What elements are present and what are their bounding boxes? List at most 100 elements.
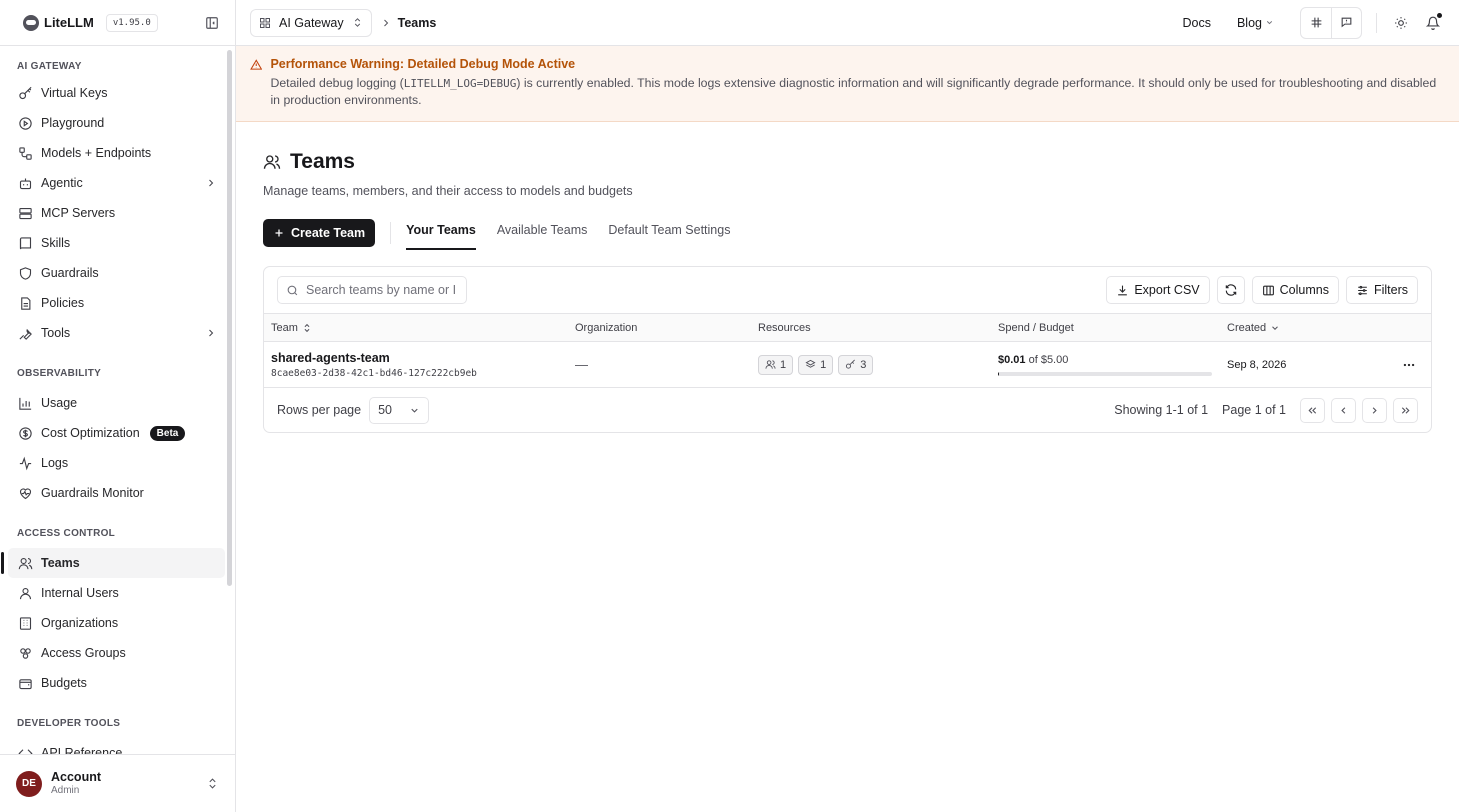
search-icon xyxy=(287,285,298,295)
chevron-right-icon xyxy=(1372,406,1377,414)
sun-icon xyxy=(1395,16,1407,29)
chevron-right-icon xyxy=(209,179,214,187)
budget-text: of $5.00 xyxy=(1028,353,1069,366)
refresh-button[interactable] xyxy=(1216,276,1245,304)
keys-count: 3 xyxy=(860,358,867,371)
organization-cell: — xyxy=(575,357,588,372)
sidebar-item-label: API Reference xyxy=(41,746,123,754)
sidebar-item-models[interactable]: Models + Endpoints xyxy=(8,138,225,168)
account-menu[interactable]: DE Account Admin xyxy=(0,754,235,812)
create-team-button[interactable]: Create Team xyxy=(263,219,376,247)
sidebar-item-policies[interactable]: Policies xyxy=(8,288,225,318)
tab-available-teams[interactable]: Available Teams xyxy=(497,216,588,250)
chevron-down-icon xyxy=(411,408,418,413)
sidebar-item-guardrails-monitor[interactable]: Guardrails Monitor xyxy=(8,478,225,508)
rows-per-page-select[interactable]: 50 xyxy=(369,396,430,424)
blog-label: Blog xyxy=(1236,15,1262,30)
row-actions-button[interactable] xyxy=(1402,358,1416,372)
team-id: 8cae8e03-2d38-42c1-bd46-127c222cb9eb xyxy=(271,367,477,379)
create-team-label: Create Team xyxy=(291,226,366,240)
breadcrumb: Teams xyxy=(397,15,437,30)
sidebar-item-budgets[interactable]: Budgets xyxy=(8,668,225,698)
sidebar-item-label: Tools xyxy=(41,326,71,340)
sidebar-item-mcp-servers[interactable]: MCP Servers xyxy=(8,198,225,228)
table-header: Team Organization Resources Spend / Budg… xyxy=(264,314,1431,342)
columns-label: Columns xyxy=(1279,283,1329,297)
pagination-controls: Showing 1-1 of 1 Page 1 of 1 xyxy=(1114,397,1418,423)
divider xyxy=(1376,12,1377,33)
logo[interactable]: LiteLLM xyxy=(23,14,94,31)
export-csv-button[interactable]: Export CSV xyxy=(1106,276,1210,304)
book-icon xyxy=(19,236,32,249)
sort-icon xyxy=(304,323,310,332)
next-page-button[interactable] xyxy=(1362,397,1387,423)
sidebar-toggle-icon[interactable] xyxy=(205,16,219,30)
sidebar-item-api-reference[interactable]: API Reference xyxy=(8,738,225,754)
workspace-switcher[interactable]: AI Gateway xyxy=(250,8,372,37)
sidebar-item-virtual-keys[interactable]: Virtual Keys xyxy=(8,78,225,108)
sidebar-item-organizations[interactable]: Organizations xyxy=(8,608,225,638)
litellm-logo-icon xyxy=(23,14,39,31)
table-row[interactable]: shared-agents-team 8cae8e03-2d38-42c1-bd… xyxy=(264,342,1431,388)
chevron-right-icon xyxy=(209,329,214,337)
avatar: DE xyxy=(16,770,42,797)
play-circle-icon xyxy=(19,116,32,130)
columns-button[interactable]: Columns xyxy=(1251,276,1339,304)
sidebar-item-usage[interactable]: Usage xyxy=(8,388,225,418)
sidebar-item-access-groups[interactable]: Access Groups xyxy=(8,638,225,668)
slack-button[interactable] xyxy=(1301,8,1331,38)
docs-link[interactable]: Docs xyxy=(1182,16,1210,30)
sidebar-item-tools[interactable]: Tools xyxy=(8,318,225,348)
filters-button[interactable]: Filters xyxy=(1345,276,1418,304)
members-count: 1 xyxy=(780,358,787,371)
sidebar-item-label: Access Groups xyxy=(41,646,126,660)
sidebar-item-label: Internal Users xyxy=(41,586,119,600)
sidebar-item-teams[interactable]: Teams xyxy=(1,548,225,578)
sidebar-item-cost-optimization[interactable]: Cost Optimization Beta xyxy=(8,418,225,448)
chevrons-right-icon xyxy=(1401,406,1410,414)
sidebar-item-label: Skills xyxy=(41,236,71,250)
blog-menu[interactable]: Blog xyxy=(1237,16,1274,30)
teams-table-card: Export CSV Columns Filters xyxy=(263,266,1432,433)
main-content: AI Gateway Teams Docs Blog Performance W… xyxy=(236,0,1459,812)
feedback-button[interactable] xyxy=(1331,7,1361,38)
column-header-created[interactable]: Created xyxy=(1220,322,1390,334)
sidebar-item-internal-users[interactable]: Internal Users xyxy=(8,578,225,608)
warning-body: Detailed debug logging (LITELLM_LOG=DEBU… xyxy=(270,75,1445,109)
section-access-control: ACCESS CONTROL xyxy=(17,528,116,539)
column-header-team[interactable]: Team xyxy=(264,322,568,334)
budget-progress xyxy=(998,371,1212,376)
spend-amount: $0.01 xyxy=(998,353,1026,366)
models-chip: 1 xyxy=(798,354,834,375)
sliders-icon xyxy=(1358,285,1367,295)
chevrons-up-down-icon xyxy=(354,18,360,27)
sidebar-item-agentic[interactable]: Agentic xyxy=(8,168,225,198)
keys-chip: 3 xyxy=(838,354,874,375)
warning-title: Performance Warning: Detailed Debug Mode… xyxy=(270,57,576,71)
prev-page-button[interactable] xyxy=(1331,397,1356,423)
sidebar-item-label: Virtual Keys xyxy=(41,86,108,100)
layers-icon xyxy=(805,359,816,368)
notifications-button[interactable] xyxy=(1421,11,1445,35)
bot-icon xyxy=(19,178,32,189)
topbar: AI Gateway Teams Docs Blog xyxy=(236,0,1459,46)
search-input[interactable] xyxy=(306,283,456,297)
last-page-button[interactable] xyxy=(1393,397,1418,423)
divider xyxy=(390,222,392,244)
sidebar-item-skills[interactable]: Skills xyxy=(8,228,225,258)
more-horizontal-icon xyxy=(1403,363,1415,366)
sidebar-scrollbar[interactable] xyxy=(227,50,232,586)
rows-per-page-value: 50 xyxy=(378,403,392,417)
first-page-button[interactable] xyxy=(1300,397,1325,423)
team-name[interactable]: shared-agents-team xyxy=(271,351,568,365)
search-box[interactable] xyxy=(277,276,467,304)
tab-default-team-settings[interactable]: Default Team Settings xyxy=(608,216,730,250)
tabs-row: Create Team Your Teams Available Teams D… xyxy=(263,216,1432,250)
theme-toggle[interactable] xyxy=(1389,11,1413,35)
sidebar-item-guardrails[interactable]: Guardrails xyxy=(8,258,225,288)
shield-icon xyxy=(19,266,32,280)
tab-your-teams[interactable]: Your Teams xyxy=(406,216,476,250)
sidebar-item-logs[interactable]: Logs xyxy=(8,448,225,478)
sidebar-item-playground[interactable]: Playground xyxy=(8,108,225,138)
columns-icon xyxy=(1262,285,1274,295)
